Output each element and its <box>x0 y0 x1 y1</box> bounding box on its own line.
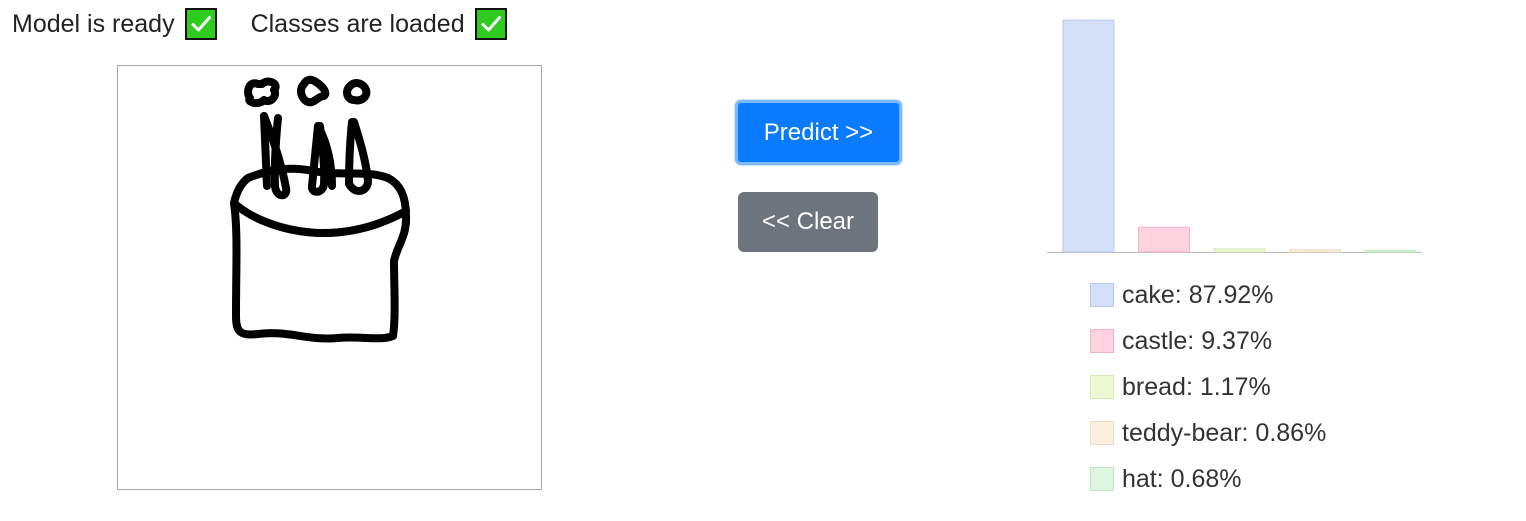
legend-label: cake: 87.92% <box>1122 280 1274 309</box>
legend-item-hat: hat: 0.68% <box>1090 456 1326 502</box>
bar-bread <box>1213 248 1266 253</box>
legend-swatch <box>1090 421 1114 445</box>
app-root: Model is ready Classes are loaded Predic… <box>0 0 1526 521</box>
predict-button[interactable]: Predict >> <box>735 100 902 165</box>
legend-swatch <box>1090 329 1114 353</box>
model-status-label: Model is ready <box>12 9 175 38</box>
classes-status: Classes are loaded <box>251 8 507 40</box>
check-icon <box>474 8 507 40</box>
status-bar: Model is ready Classes are loaded <box>12 6 507 42</box>
legend-item-cake: cake: 87.92% <box>1090 272 1326 318</box>
legend-label: hat: 0.68% <box>1122 464 1242 493</box>
predictions-bar-chart <box>1047 19 1422 253</box>
bar-hat <box>1364 249 1417 253</box>
legend-label: castle: 9.37% <box>1122 326 1273 355</box>
clear-button-label: << Clear <box>761 208 855 235</box>
legend-item-bread: bread: 1.17% <box>1090 364 1326 410</box>
legend-swatch <box>1090 283 1114 307</box>
cake-drawing <box>230 75 411 343</box>
legend-label: teddy-bear: 0.86% <box>1122 418 1327 447</box>
predict-button-label: Predict >> <box>763 118 874 146</box>
clear-button[interactable]: << Clear <box>738 192 878 252</box>
classes-status-label: Classes are loaded <box>250 9 465 38</box>
legend-swatch <box>1090 467 1114 491</box>
chart-legend: cake: 87.92% castle: 9.37% bread: 1.17% ted… <box>1090 272 1326 502</box>
bar-cake <box>1062 19 1115 253</box>
legend-label: bread: 1.17% <box>1122 372 1271 401</box>
legend-item-castle: castle: 9.37% <box>1090 318 1326 364</box>
model-status: Model is ready <box>12 8 217 40</box>
bar-castle <box>1138 226 1190 253</box>
bar-teddy-bear <box>1289 249 1341 253</box>
drawing-canvas[interactable] <box>117 65 542 490</box>
legend-swatch <box>1090 375 1114 399</box>
check-icon <box>184 8 217 40</box>
legend-item-teddy-bear: teddy-bear: 0.86% <box>1090 410 1326 456</box>
